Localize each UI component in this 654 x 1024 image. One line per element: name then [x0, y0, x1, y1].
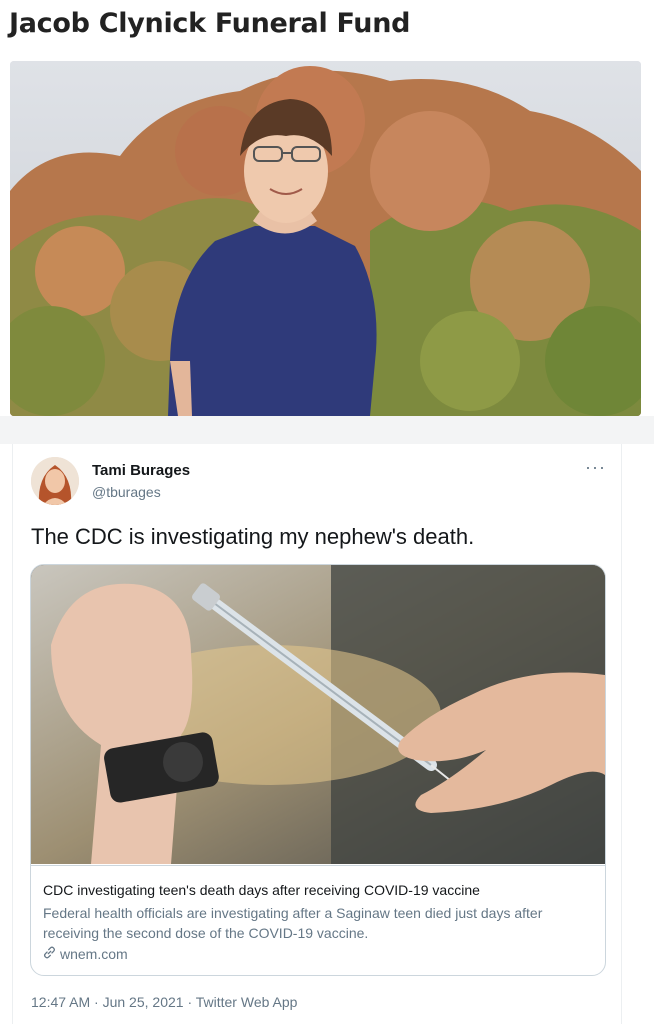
- tweet-embed: Tami Burages @tburages ··· The CDC is in…: [12, 444, 622, 1024]
- card-image: [31, 565, 605, 864]
- fundraiser-title: Jacob Clynick Funeral Fund: [9, 8, 411, 39]
- card-domain-text: wnem.com: [60, 946, 128, 962]
- more-options-icon[interactable]: ···: [585, 458, 606, 476]
- card-description: Federal health officials are investigati…: [43, 905, 543, 941]
- card-domain[interactable]: wnem.com: [43, 946, 128, 962]
- section-divider: [0, 416, 654, 444]
- tweet-timestamp[interactable]: 12:47 AM · Jun 25, 2021 · Twitter Web Ap…: [31, 994, 297, 1010]
- card-title[interactable]: CDC investigating teen's death days afte…: [43, 882, 480, 898]
- user-handle[interactable]: @tburages: [92, 484, 161, 500]
- link-icon: [43, 946, 57, 962]
- avatar[interactable]: [31, 457, 79, 505]
- card-body: CDC investigating teen's death days afte…: [31, 865, 605, 975]
- link-preview-card[interactable]: CDC investigating teen's death days afte…: [30, 564, 606, 976]
- fundraiser-photo: [10, 61, 641, 416]
- display-name[interactable]: Tami Burages: [92, 462, 190, 479]
- tweet-text: The CDC is investigating my nephew's dea…: [31, 524, 475, 549]
